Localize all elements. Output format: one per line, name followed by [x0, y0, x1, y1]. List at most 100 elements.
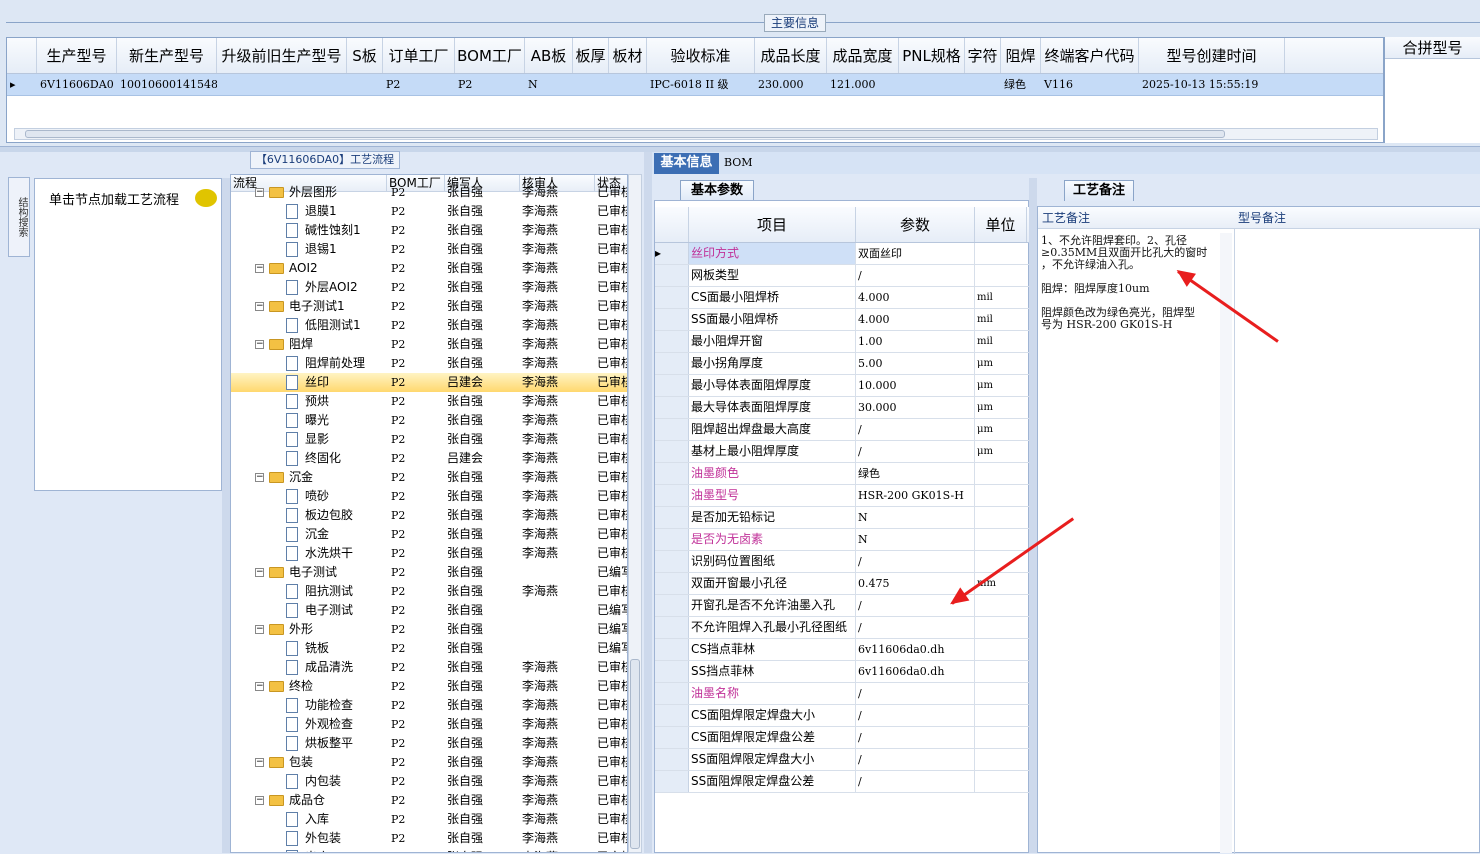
- tree-row[interactable]: 退锡1 P2 张自强 李海燕 已审核: [231, 240, 627, 259]
- param-row[interactable]: 双面开窗最小孔径 0.475 mm: [655, 573, 1030, 595]
- param-row[interactable]: CS面最小阻焊桥 4.000 mil: [655, 287, 1030, 309]
- tree-row[interactable]: − 电子测试 P2 张自强 已编写: [231, 563, 627, 582]
- collapse-minus-icon[interactable]: −: [255, 568, 264, 577]
- param-row[interactable]: 不允许阻焊入孔最小孔径图纸 /: [655, 617, 1030, 639]
- tree-node[interactable]: − AOI2: [231, 259, 387, 278]
- param-value[interactable]: /: [856, 727, 975, 748]
- grid-col-header[interactable]: 字符: [965, 38, 1001, 73]
- tree-node[interactable]: 退膜1: [231, 202, 387, 221]
- tree-row[interactable]: 显影 P2 张自强 李海燕 已审核: [231, 430, 627, 449]
- collapse-minus-icon[interactable]: −: [255, 682, 264, 691]
- tree-row[interactable]: 外包装 P2 张自强 李海燕 已审核: [231, 829, 627, 848]
- param-row[interactable]: 最小导体表面阻焊厚度 10.000 μm: [655, 375, 1030, 397]
- grid-col-header[interactable]: S板: [347, 38, 383, 73]
- tree-node[interactable]: 曝光: [231, 411, 387, 430]
- tree-node[interactable]: 内包装: [231, 772, 387, 791]
- param-value[interactable]: 双面丝印: [856, 243, 975, 264]
- param-row[interactable]: CS面阻焊限定焊盘大小 /: [655, 705, 1030, 727]
- grid-col-header[interactable]: 板材: [609, 38, 647, 73]
- tree-node[interactable]: 成品清洗: [231, 658, 387, 677]
- param-col-header[interactable]: [655, 207, 689, 242]
- vertical-splitter-middle[interactable]: [644, 152, 652, 853]
- tree-node[interactable]: − 外层图形: [231, 183, 387, 202]
- tab-craft-notes[interactable]: 工艺备注: [1064, 180, 1134, 201]
- tree-row[interactable]: − 外形 P2 张自强 已编写: [231, 620, 627, 639]
- param-row[interactable]: CS挡点菲林 6v11606da0.dh: [655, 639, 1030, 661]
- param-row[interactable]: CS面阻焊限定焊盘公差 /: [655, 727, 1030, 749]
- tree-row[interactable]: − 成品仓 P2 张自强 李海燕 已审核: [231, 791, 627, 810]
- collapse-minus-icon[interactable]: −: [255, 302, 264, 311]
- tree-node[interactable]: 出库: [231, 848, 387, 852]
- tree-node[interactable]: 外观检查: [231, 715, 387, 734]
- tree-row[interactable]: 出库 P2张自强李海燕已审核: [231, 848, 627, 852]
- tree-row[interactable]: 终固化 P2 吕建会 李海燕 已审核: [231, 449, 627, 468]
- grid-col-header[interactable]: 验收标准: [647, 38, 755, 73]
- param-row[interactable]: SS面阻焊限定焊盘公差 /: [655, 771, 1030, 793]
- tree-node[interactable]: 外包装: [231, 829, 387, 848]
- param-row[interactable]: 油墨颜色 绿色: [655, 463, 1030, 485]
- tree-row[interactable]: − 外层图形 P2 张自强 李海燕 已审核: [231, 183, 627, 202]
- tree-node[interactable]: 功能检查: [231, 696, 387, 715]
- param-row[interactable]: 是否为无卤素 N: [655, 529, 1030, 551]
- param-value[interactable]: 30.000: [856, 397, 975, 418]
- param-value[interactable]: /: [856, 749, 975, 770]
- param-row[interactable]: 网板类型 /: [655, 265, 1030, 287]
- param-row[interactable]: ▸ 丝印方式 双面丝印: [655, 243, 1030, 265]
- tree-node[interactable]: − 成品仓: [231, 791, 387, 810]
- tree-node[interactable]: 入库: [231, 810, 387, 829]
- grid-col-header[interactable]: PNL规格: [899, 38, 965, 73]
- grid-col-header[interactable]: 升级前旧生产型号: [217, 38, 347, 73]
- tree-node[interactable]: − 外形: [231, 620, 387, 639]
- tree-node[interactable]: − 包装: [231, 753, 387, 772]
- grid-col-header[interactable]: 终端客户代码: [1041, 38, 1139, 73]
- tree-node[interactable]: 电子测试: [231, 601, 387, 620]
- scroll-thumb[interactable]: [25, 130, 1225, 138]
- tree-node[interactable]: 烘板整平: [231, 734, 387, 753]
- param-value[interactable]: 1.00: [856, 331, 975, 352]
- node-panel[interactable]: 单击节点加载工艺流程: [34, 178, 222, 491]
- tree-node[interactable]: 退锡1: [231, 240, 387, 259]
- tab-bom[interactable]: BOM: [724, 153, 764, 174]
- tree-row[interactable]: 功能检查 P2 张自强 李海燕 已审核: [231, 696, 627, 715]
- grid-col-header[interactable]: [7, 38, 37, 73]
- process-tree-vscrollbar[interactable]: [628, 174, 642, 853]
- grid-col-header[interactable]: AB板: [525, 38, 573, 73]
- vertical-splitter-left[interactable]: [222, 178, 230, 853]
- tree-row[interactable]: 内包装 P2 张自强 李海燕 已审核: [231, 772, 627, 791]
- tree-row[interactable]: 阻抗测试 P2 张自强 李海燕 已审核: [231, 582, 627, 601]
- tree-node[interactable]: − 终检: [231, 677, 387, 696]
- param-value[interactable]: /: [856, 441, 975, 462]
- param-value[interactable]: /: [856, 265, 975, 286]
- param-value[interactable]: /: [856, 419, 975, 440]
- param-row[interactable]: SS面阻焊限定焊盘大小 /: [655, 749, 1030, 771]
- model-grid-hscrollbar[interactable]: [14, 128, 1378, 140]
- param-row[interactable]: SS挡点菲林 6v11606da0.dh: [655, 661, 1030, 683]
- tree-node[interactable]: 沉金: [231, 525, 387, 544]
- tree-node[interactable]: 碱性蚀刻1: [231, 221, 387, 240]
- tree-node[interactable]: 预烘: [231, 392, 387, 411]
- tree-node[interactable]: 丝印: [231, 373, 387, 392]
- tree-row[interactable]: 外层AOI2 P2 张自强 李海燕 已审核: [231, 278, 627, 297]
- tree-row[interactable]: 电子测试 P2 张自强 已编写: [231, 601, 627, 620]
- param-value[interactable]: 5.00: [856, 353, 975, 374]
- param-row[interactable]: 是否加无铅标记 N: [655, 507, 1030, 529]
- tree-node[interactable]: 铣板: [231, 639, 387, 658]
- side-tab-structure-search[interactable]: 结构搜索: [8, 177, 30, 257]
- tree-node[interactable]: − 电子测试1: [231, 297, 387, 316]
- tree-row[interactable]: 外观检查 P2 张自强 李海燕 已审核: [231, 715, 627, 734]
- tree-row[interactable]: − AOI2 P2 张自强 李海燕 已审核: [231, 259, 627, 278]
- param-row[interactable]: 基材上最小阻焊厚度 / μm: [655, 441, 1030, 463]
- param-value[interactable]: 4.000: [856, 287, 975, 308]
- param-row[interactable]: 最小阻焊开窗 1.00 mil: [655, 331, 1030, 353]
- tree-row[interactable]: − 沉金 P2 张自强 李海燕 已审核: [231, 468, 627, 487]
- process-tree-body[interactable]: −外层图形P2张自强李海燕已审核退膜1P2张自强李海燕已审核碱性蚀刻1P2张自强…: [231, 183, 627, 852]
- tree-row[interactable]: − 终检 P2 张自强 李海燕 已审核: [231, 677, 627, 696]
- model-grid-row[interactable]: ▸ 6V11606DA0 10010600141548 P2 P2 N IPC-6018 I…: [7, 74, 1383, 96]
- tree-node[interactable]: − 沉金: [231, 468, 387, 487]
- tree-row[interactable]: 退膜1 P2 张自强 李海燕 已审核: [231, 202, 627, 221]
- param-value[interactable]: N: [856, 507, 975, 528]
- param-row[interactable]: 最大导体表面阻焊厚度 30.000 μm: [655, 397, 1030, 419]
- grid-col-header[interactable]: 成品长度: [755, 38, 827, 73]
- tree-node[interactable]: − 阻焊: [231, 335, 387, 354]
- scroll-thumb[interactable]: [630, 659, 640, 849]
